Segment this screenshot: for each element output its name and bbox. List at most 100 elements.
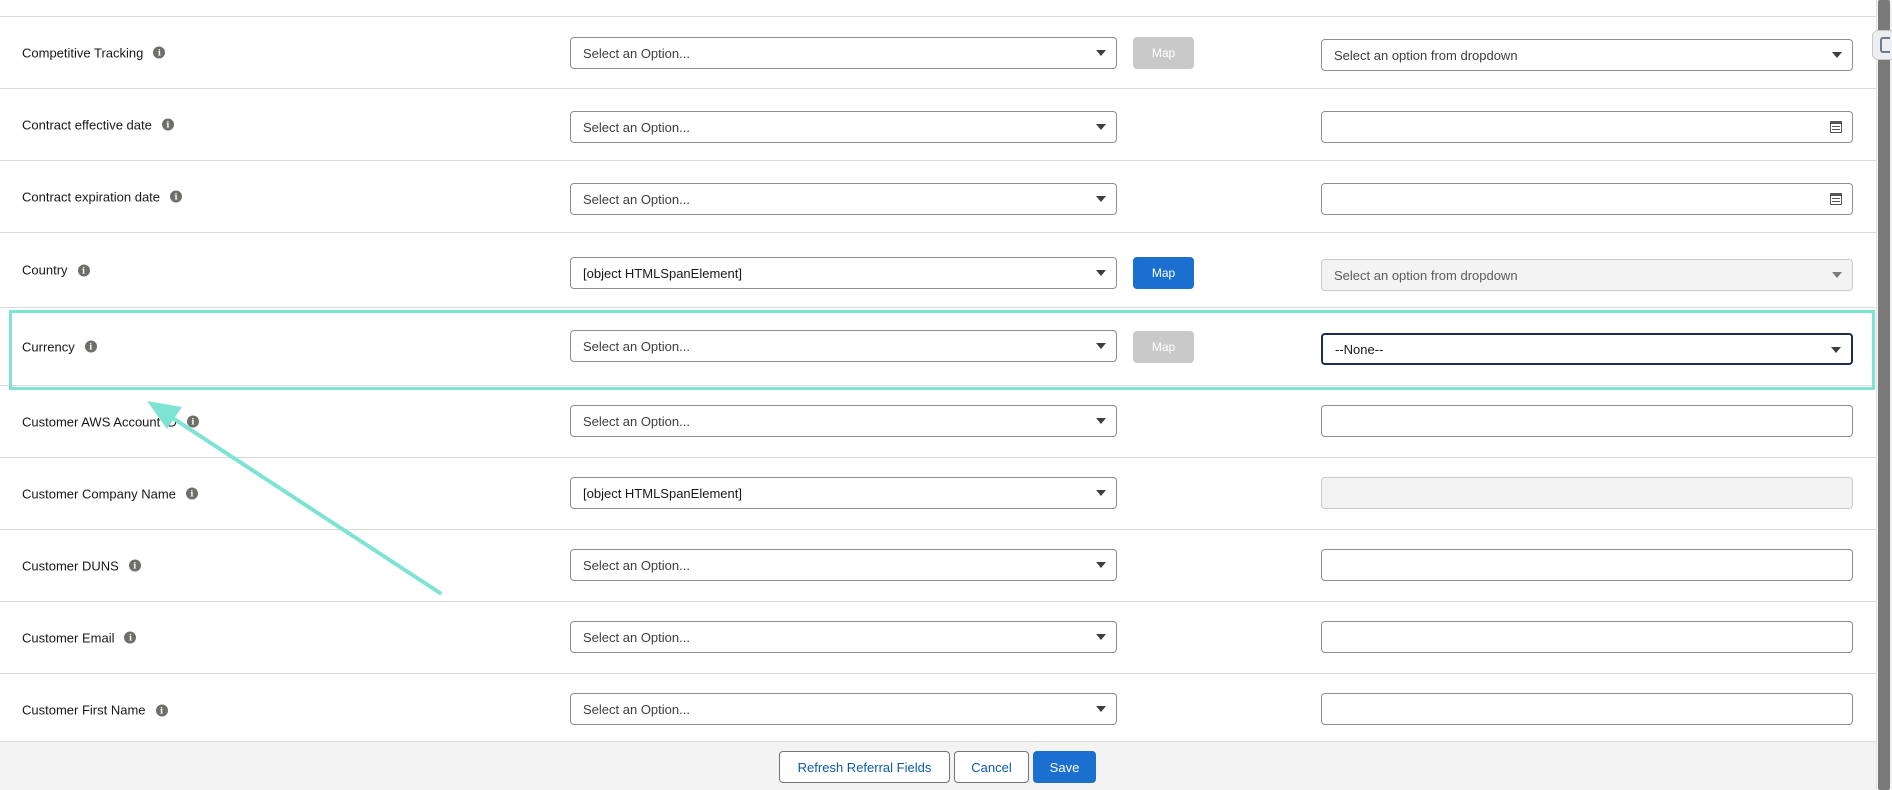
field-label-text: Customer Company Name — [22, 486, 176, 501]
source-field-select[interactable]: Select an Option... — [570, 330, 1117, 362]
chevron-down-icon — [1096, 490, 1106, 496]
mapping-row-currency: Currency i Select an Option... Map --Non… — [0, 308, 1876, 386]
mapping-row-customer-company-name: Customer Company Name i [object HTMLSpan… — [0, 458, 1876, 530]
target-text-input[interactable] — [1321, 621, 1853, 653]
target-value-text: Select an option from dropdown — [1334, 47, 1518, 63]
field-label-text: Country — [22, 262, 68, 278]
source-field-select[interactable]: Select an Option... — [570, 621, 1117, 653]
source-field-select[interactable]: Select an Option... — [570, 405, 1117, 437]
source-field-value: Select an Option... — [583, 701, 690, 717]
mapping-row-customer-first-name: Customer First Name i Select an Option..… — [0, 674, 1876, 746]
chevron-down-icon — [1096, 343, 1106, 349]
source-field-value: Select an Option... — [583, 45, 690, 61]
chevron-down-icon — [1096, 418, 1106, 424]
source-field-value: Select an Option... — [583, 413, 690, 429]
field-label-text: Customer DUNS — [22, 558, 119, 573]
info-icon[interactable]: i — [128, 559, 141, 572]
map-button-label: Map — [1151, 46, 1176, 60]
source-field-select[interactable]: Select an Option... — [570, 37, 1117, 69]
scrollbar-thumb[interactable] — [1878, 0, 1890, 790]
source-field-value: Select an Option... — [583, 191, 690, 207]
mapping-row-contract-expiration-date: Contract expiration date i Select an Opt… — [0, 161, 1876, 233]
info-icon[interactable]: i — [77, 264, 90, 276]
info-icon[interactable]: i — [124, 631, 137, 644]
source-field-select[interactable]: Select an Option... — [570, 111, 1117, 143]
info-icon[interactable]: i — [84, 340, 97, 353]
map-button[interactable]: Map — [1133, 331, 1194, 363]
field-label: Customer Email i — [22, 630, 137, 645]
source-field-select[interactable]: Select an Option... — [570, 549, 1117, 581]
target-text-input[interactable] — [1321, 693, 1853, 725]
field-label-text: Customer Email — [22, 630, 115, 645]
field-label-text: Currency — [22, 339, 75, 354]
cancel-button[interactable]: Cancel — [954, 751, 1029, 783]
source-field-select[interactable]: [object HTMLSpanElement] — [570, 477, 1117, 509]
footer-bar: Refresh Referral Fields Cancel Save — [0, 741, 1876, 790]
field-label-text: Customer First Name — [22, 702, 146, 718]
source-field-select[interactable]: Select an Option... — [570, 693, 1117, 725]
field-label-text: Contract expiration date — [22, 189, 161, 204]
mapping-row-contract-effective-date: Contract effective date i Select an Opti… — [0, 89, 1876, 161]
chevron-down-icon — [1096, 50, 1106, 56]
field-label-text: Contract effective date — [22, 117, 152, 132]
info-icon[interactable]: i — [153, 46, 166, 59]
target-date-input[interactable] — [1321, 183, 1853, 215]
field-label: Customer DUNS i — [22, 558, 141, 573]
chevron-down-icon — [1832, 272, 1842, 278]
chevron-down-icon — [1096, 634, 1106, 640]
field-mapping-page: Competitive Tracking i Select an Option.… — [0, 0, 1876, 790]
mapping-row-competitive-tracking: Competitive Tracking i Select an Option.… — [0, 17, 1876, 89]
chevron-down-icon — [1096, 562, 1106, 568]
map-button-label: Map — [1151, 340, 1176, 354]
chevron-down-icon — [1096, 270, 1106, 276]
field-label: Contract effective date i — [22, 117, 174, 132]
field-label: Customer Company Name i — [22, 486, 198, 501]
map-button[interactable]: Map — [1133, 37, 1194, 69]
field-label: Currency i — [22, 339, 97, 354]
info-icon[interactable]: i — [170, 190, 183, 203]
target-date-input[interactable] — [1321, 111, 1853, 143]
chevron-down-icon — [1096, 196, 1106, 202]
source-field-value: [object HTMLSpanElement] — [583, 265, 742, 281]
target-value-dropdown[interactable]: Select an option from dropdown — [1321, 39, 1853, 71]
source-field-value: Select an Option... — [583, 629, 690, 645]
mapping-row-country: Country i [object HTMLSpanElement] Map S… — [0, 233, 1876, 308]
source-field-select[interactable]: Select an Option... — [570, 183, 1117, 215]
scroll-handle-icon[interactable] — [1872, 30, 1892, 60]
target-value-text: Select an option from dropdown — [1334, 267, 1518, 283]
source-field-value: Select an Option... — [583, 557, 690, 573]
field-label: Customer AWS Account ID i — [22, 414, 199, 429]
field-label-text: Customer AWS Account ID — [22, 414, 177, 429]
refresh-referral-fields-button[interactable]: Refresh Referral Fields — [779, 751, 950, 783]
mapping-row-customer-duns: Customer DUNS i Select an Option... — [0, 530, 1876, 602]
refresh-button-label: Refresh Referral Fields — [797, 759, 932, 775]
field-label: Country i — [22, 263, 90, 278]
map-button[interactable]: Map — [1133, 257, 1194, 289]
source-field-value: Select an Option... — [583, 119, 690, 135]
target-text-input[interactable] — [1321, 549, 1853, 581]
cancel-button-label: Cancel — [971, 759, 1012, 775]
info-icon[interactable]: i — [185, 487, 198, 500]
field-label: Contract expiration date i — [22, 189, 183, 204]
calendar-icon[interactable] — [1830, 193, 1842, 205]
target-value-dropdown[interactable]: --None-- — [1321, 333, 1853, 365]
map-button-label: Map — [1151, 266, 1176, 280]
info-icon[interactable]: i — [186, 415, 199, 428]
target-text-input — [1321, 477, 1853, 509]
info-icon[interactable]: i — [161, 118, 174, 131]
chevron-down-icon — [1831, 347, 1841, 353]
target-text-input[interactable] — [1321, 405, 1853, 437]
field-label: Customer First Name i — [22, 703, 168, 718]
target-value-text: --None-- — [1335, 341, 1384, 357]
info-icon[interactable]: i — [155, 704, 168, 716]
source-field-select[interactable]: [object HTMLSpanElement] — [570, 257, 1117, 289]
field-label-text: Competitive Tracking — [22, 45, 144, 60]
calendar-icon[interactable] — [1830, 121, 1842, 133]
source-field-value: Select an Option... — [583, 338, 690, 354]
save-button-label: Save — [1049, 759, 1080, 775]
chevron-down-icon — [1096, 124, 1106, 130]
field-label: Competitive Tracking i — [22, 45, 166, 60]
target-value-dropdown: Select an option from dropdown — [1321, 259, 1853, 291]
save-button[interactable]: Save — [1033, 751, 1096, 783]
mapping-row-customer-aws-account-id: Customer AWS Account ID i Select an Opti… — [0, 386, 1876, 458]
